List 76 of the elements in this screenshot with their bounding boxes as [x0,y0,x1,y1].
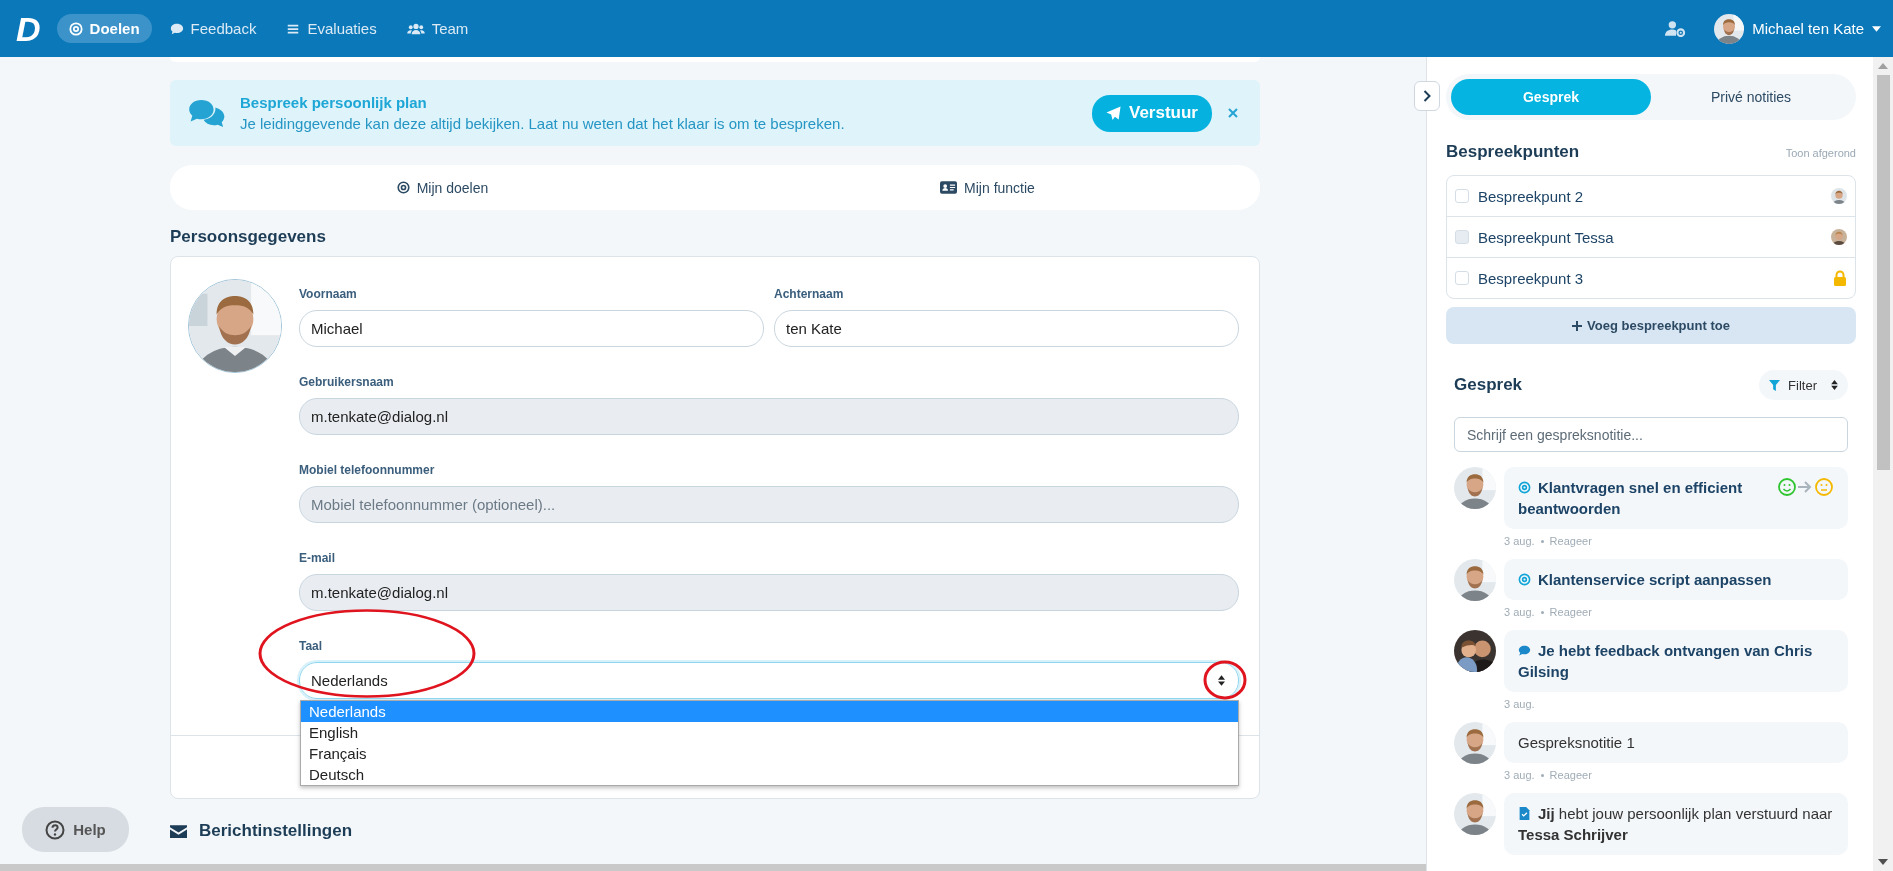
field-label: E-mail [299,551,336,565]
message-date: 3 aug. [1504,606,1535,618]
section-heading: Persoonsgegevens [170,227,327,247]
document-check-icon [1518,807,1531,820]
target-icon [1518,573,1531,586]
panel-heading: Bespreekpunten [1446,142,1580,162]
scrollbar-thumb[interactable] [1876,75,1890,470]
collapse-button[interactable] [1414,81,1440,111]
field-label: Voornaam [299,287,358,301]
separator-dot [1540,773,1544,777]
chevron-right-icon [1423,90,1431,102]
message-date: 3 aug. [1504,698,1535,710]
checkbox[interactable] [1455,189,1469,203]
separator-dot [1540,539,1544,543]
help-button[interactable]: Help [22,807,129,852]
question-icon [45,819,66,840]
vertical-scrollbar[interactable] [1873,57,1893,871]
field-label: Mobiel telefoonnummer [299,463,436,477]
message-text: Je hebt feedback ontvangen van Chris Gilsing [1518,641,1814,682]
dropdown-option[interactable]: English [301,722,1238,743]
field-label: Taal [299,639,324,653]
users-icon [406,21,425,36]
target-icon [1518,481,1531,494]
banner-title: Bespreek persoonlijk plan [240,94,428,111]
panel-tab[interactable]: Privé notities [1651,79,1851,115]
paper-plane-icon [1106,105,1121,121]
close-icon[interactable] [1228,108,1238,118]
message-text: Klantenservice script aanpassen [1518,569,1834,590]
mood-change-icon [1778,477,1834,497]
horizontal-scrollbar[interactable] [0,864,1426,871]
text-field[interactable]: Michael [299,310,764,347]
field-label: Achternaam [774,287,845,301]
logo[interactable]: D [16,11,41,46]
dropdown-option[interactable]: Deutsch [301,764,1238,785]
message-date: 3 aug. [1504,769,1535,781]
panel-heading: Gesprek [1454,375,1523,395]
annotation-circle [1203,660,1247,700]
chat-bubbles-icon [188,98,226,128]
id-card-icon [940,181,958,194]
nav-tab[interactable]: Feedback [157,14,269,43]
sort-arrows-icon [1831,380,1838,390]
plus-icon [1572,320,1583,331]
target-icon [396,181,410,194]
filter-icon [1769,379,1781,391]
target-icon [68,21,83,36]
message-text: Jij hebt jouw persoonlijk plan verstuurd naar Tessa Schrijver [1518,804,1834,845]
banner-text: Je leidinggevende kan deze altijd bekijken. Laat nu weten dat het klaar is om te bespreken. [240,115,846,132]
dropdown-option[interactable]: Français [301,743,1238,764]
language-select[interactable]: Nederlands [299,662,1239,699]
nav-tab[interactable]: Evaluaties [274,14,389,43]
field-label: Gebruikersnaam [299,375,395,389]
message-date: 3 aug. [1504,535,1535,547]
add-button[interactable]: Voeg bespreekpunt toe [1446,307,1856,344]
message-text: Gespreksnotitie 1 [1518,733,1636,753]
section-link[interactable]: Mijn doelen [170,165,715,210]
caret-icon[interactable] [1872,25,1881,32]
section-title: Berichtinstellingen [199,821,353,841]
note-field[interactable]: Schrijf een gespreksnotitie... [1454,417,1848,452]
checkbox[interactable] [1455,271,1469,285]
lock-icon [1833,270,1847,286]
separator-dot [1540,610,1544,614]
chat-bubble-icon [1518,644,1531,657]
scroll-down-icon[interactable] [1878,859,1888,865]
agenda-item[interactable]: Bespreekpunt 3 [1478,269,1824,287]
scroll-up-icon[interactable] [1878,63,1888,69]
nav-tab[interactable]: Team [394,14,481,43]
sort-arrows-icon[interactable] [1218,675,1225,686]
agenda-item[interactable]: Bespreekpunt 2 [1478,187,1822,205]
chat-bubble-icon [169,21,184,36]
filter-button[interactable]: Filter [1759,370,1848,400]
text-field[interactable]: ten Kate [774,310,1239,347]
envelope-icon [170,824,187,838]
section-link[interactable]: Mijn functie [715,165,1260,210]
user-menu[interactable]: Michael ten Kate [1752,20,1864,37]
user-settings-icon[interactable] [1665,20,1687,37]
message-text: Klantvragen snel en efficient beantwoorden [1518,478,1744,519]
